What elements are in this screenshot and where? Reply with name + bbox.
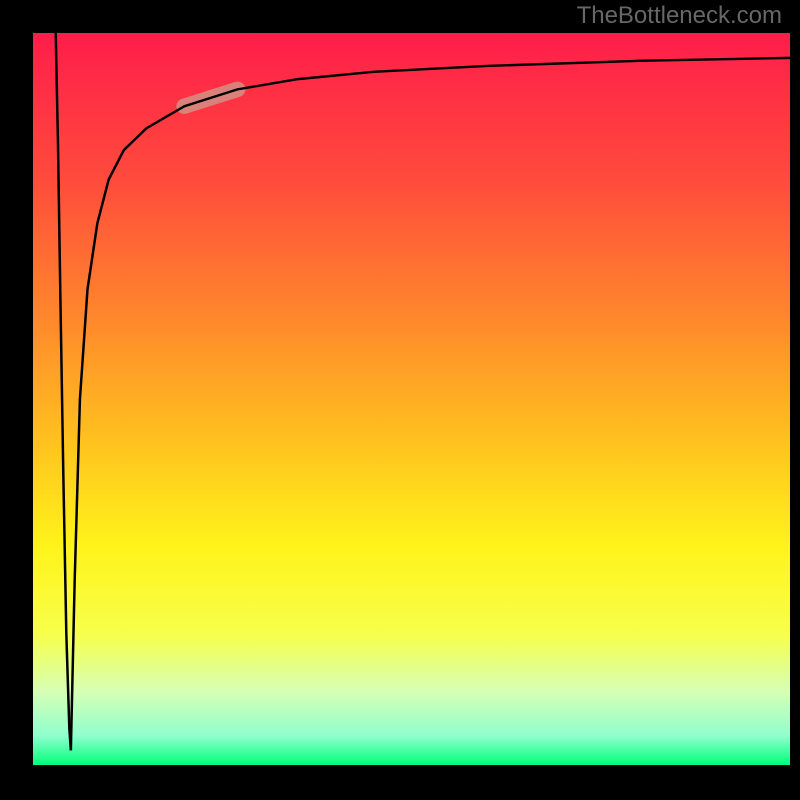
attribution-text: TheBottleneck.com bbox=[577, 2, 782, 30]
curve-branch-descending bbox=[56, 33, 71, 750]
chart-root: TheBottleneck.com bbox=[0, 0, 800, 800]
curve-layer bbox=[33, 33, 790, 765]
curve-branch-ascending bbox=[71, 58, 790, 750]
plot-area bbox=[33, 33, 790, 765]
